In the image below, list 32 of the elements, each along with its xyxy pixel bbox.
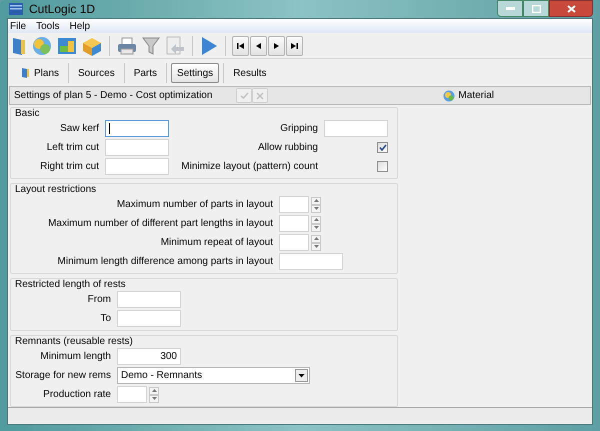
field-label: Minimum length [40,350,111,364]
tab[interactable]: Plans [16,63,64,83]
field-label: To [100,312,111,326]
tab[interactable]: Settings [171,63,220,83]
field-label: Minimum repeat of layout [160,236,273,250]
group-title: Layout restrictions [14,184,98,196]
tab[interactable]: Results [228,63,272,83]
input-field[interactable]: 300 [117,348,181,365]
group-title: Remnants (reusable rests) [14,336,134,348]
tab[interactable]: Sources [73,63,120,83]
field-label: Minimize layout (pattern) count [181,160,318,174]
material-button[interactable]: Material [443,88,494,103]
field-label: Minimum length difference among parts in layout [58,255,273,269]
dropdown[interactable]: Demo - Remnants [117,367,310,384]
field-label: Gripping [280,122,318,136]
field-label: Storage for new rems [15,369,111,383]
plan-title: Settings of plan 5 - Demo - Cost optimization [14,89,212,103]
tab[interactable]: Parts [128,63,162,83]
field-label: From [88,293,111,307]
group-title: Basic [14,108,40,120]
field-label: Left trim cut [46,141,99,155]
field-label: Maximum number of different part lengths in layout [48,217,273,231]
field-label: Production rate [43,388,111,402]
field-label: Saw kerf [60,122,99,136]
menu-item[interactable]: File [10,18,26,34]
field-label: Maximum number of parts in layout [116,198,273,212]
field-label: Allow rubbing [258,141,318,155]
window-title: CutLogic 1D [29,1,96,18]
menu-item[interactable]: Tools [36,18,60,34]
group-title: Restricted length of rests [14,279,127,291]
field-label: Right trim cut [40,160,99,174]
menu-item[interactable]: Help [69,18,90,34]
